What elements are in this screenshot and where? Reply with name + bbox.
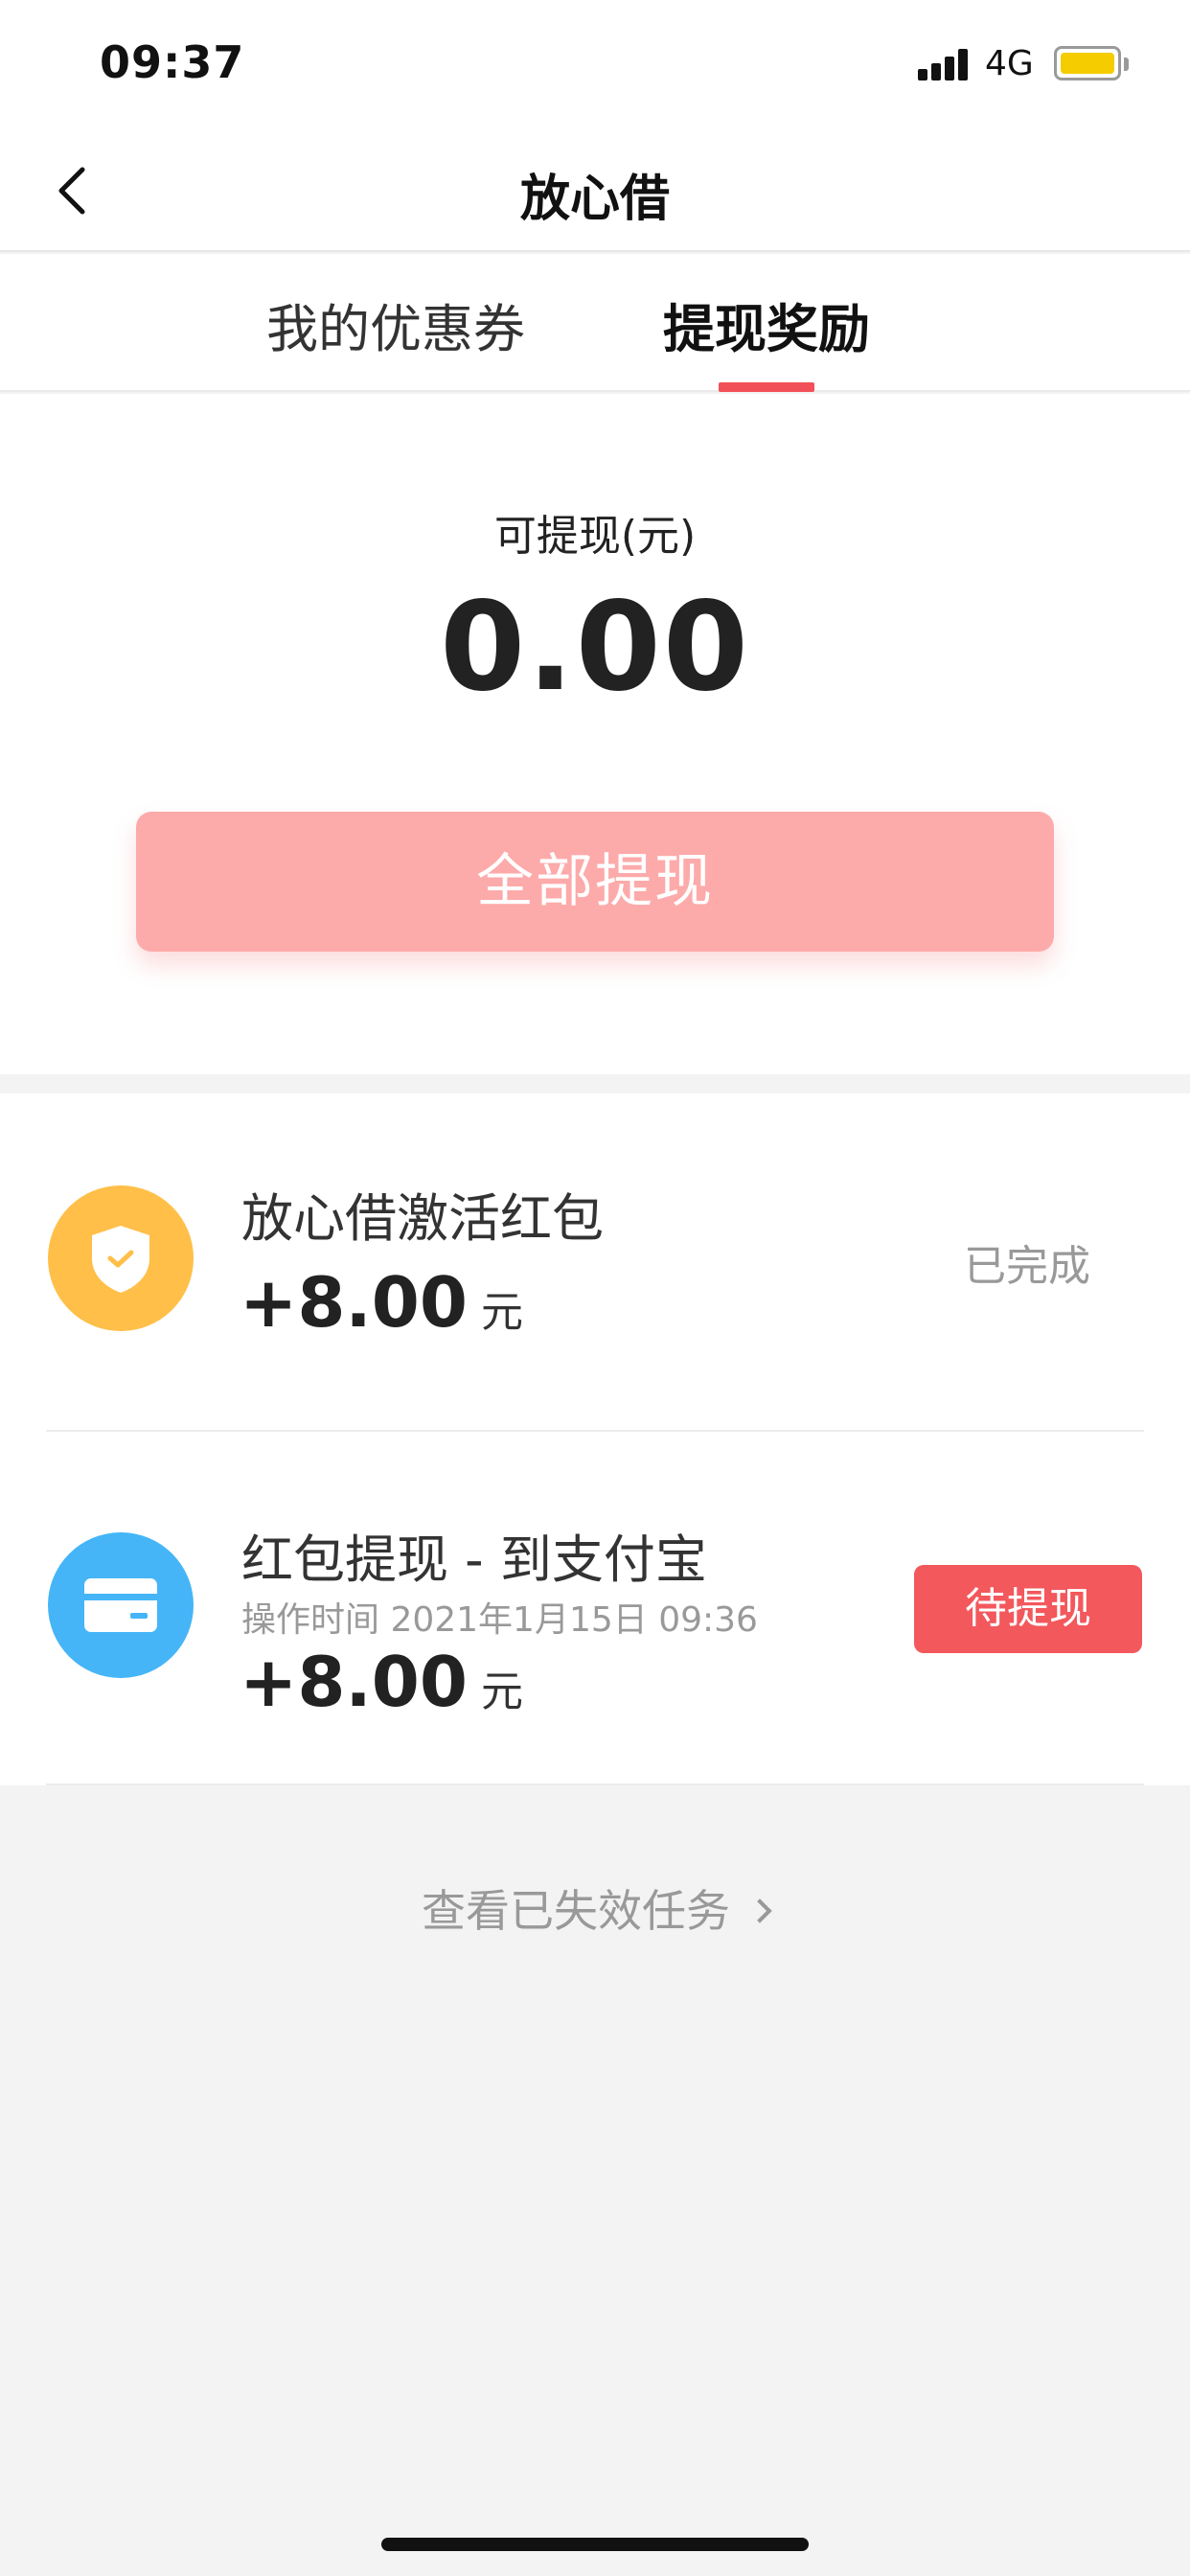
nav-bar: 放心借: [0, 129, 1190, 252]
tab-my-coupons[interactable]: 我的优惠券: [266, 287, 525, 362]
item-amount: +8.00 元: [240, 1642, 523, 1722]
status-completed-label: 已完成: [964, 1242, 1090, 1291]
item-title: 红包提现 - 到支付宝: [241, 1530, 707, 1590]
item-title: 放心借激活红包: [241, 1188, 604, 1249]
page: 09:37 4G 放心借 我的优惠券 提现奖励 可提现(元) 0.00 全部提现: [0, 0, 1190, 2576]
divider: [46, 1783, 1144, 1785]
network-type: 4G: [985, 44, 1034, 83]
tab-bar: 我的优惠券 提现奖励: [0, 254, 1190, 392]
expired-link-label: 查看已失效任务: [422, 1885, 730, 1937]
battery-cap: [1124, 58, 1129, 71]
pending-withdraw-button[interactable]: 待提现: [914, 1565, 1142, 1653]
item-timestamp: 操作时间 2021年1月15日 09:36: [241, 1600, 758, 1640]
card-icon: [48, 1532, 194, 1678]
view-expired-tasks-link[interactable]: 查看已失效任务: [0, 1876, 1190, 1940]
tab-withdraw-rewards[interactable]: 提现奖励: [663, 287, 870, 362]
list-item: 放心借激活红包 +8.00 元 已完成: [0, 1093, 1190, 1431]
battery-icon: [1054, 46, 1121, 80]
balance-amount: 0.00: [440, 576, 750, 719]
home-indicator: [381, 2538, 809, 2551]
amount-unit: 元: [480, 1288, 523, 1337]
battery-fill: [1061, 53, 1114, 74]
reward-list: 放心借激活红包 +8.00 元 已完成 红包提现 - 到支付宝 操作时间 2021…: [0, 1093, 1190, 1785]
list-item: 红包提现 - 到支付宝 操作时间 2021年1月15日 09:36 +8.00 元…: [0, 1431, 1190, 1785]
page-title: 放心借: [519, 171, 670, 228]
amount-unit: 元: [480, 1668, 523, 1716]
signal-icon: [918, 48, 972, 80]
shield-check-icon: [48, 1185, 194, 1331]
status-bar: 09:37 4G: [0, 0, 1190, 129]
chevron-right-icon: [747, 1898, 772, 1923]
amount-value: +8.00: [240, 1642, 468, 1722]
active-tab-indicator: [719, 382, 814, 392]
amount-value: +8.00: [240, 1262, 468, 1343]
balance-label: 可提现(元): [493, 512, 697, 561]
withdraw-all-button[interactable]: 全部提现: [136, 812, 1054, 952]
status-time: 09:37: [100, 36, 245, 88]
balance-section: 可提现(元) 0.00 全部提现: [0, 394, 1190, 1074]
item-amount: +8.00 元: [240, 1262, 523, 1343]
